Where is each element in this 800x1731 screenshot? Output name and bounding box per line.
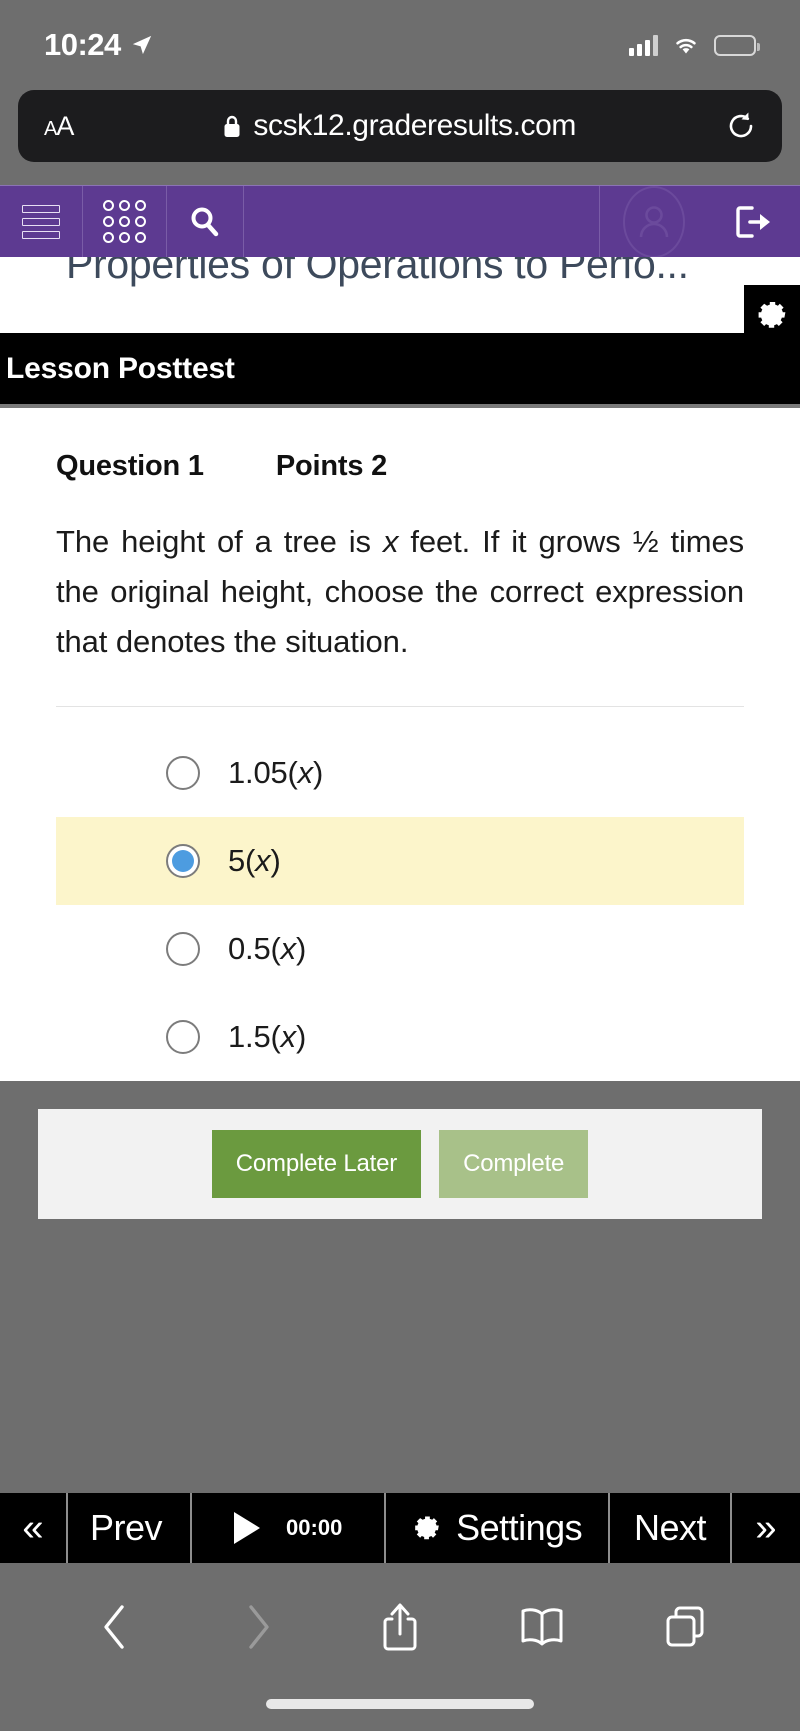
menu-button[interactable] (0, 186, 83, 257)
page-title-band: Properties of Operations to Perfo... (0, 257, 800, 333)
gear-icon (758, 302, 786, 328)
book-icon (521, 1608, 563, 1646)
safari-tabs-button[interactable] (660, 1601, 710, 1653)
double-chevron-right-icon: » (755, 1506, 777, 1549)
grid-dots-icon (103, 200, 146, 243)
option-2-suffix: ) (270, 842, 281, 878)
page-title: Properties of Operations to Perfo... (66, 257, 689, 287)
prev-label: Prev (90, 1507, 163, 1548)
option-1-variable: x (297, 754, 314, 790)
answer-option-4-label: 1.5(x) (228, 1019, 306, 1055)
battery-icon (714, 34, 760, 56)
next-label: Next (633, 1507, 707, 1548)
home-indicator (266, 1699, 534, 1709)
question-header: Question 1 Points 2 (38, 408, 762, 483)
next-question-button[interactable]: Next (610, 1493, 732, 1563)
wifi-icon (676, 38, 696, 54)
hamburger-list-icon (22, 204, 60, 239)
question-number: Question 1 (56, 450, 204, 482)
option-3-suffix: ) (295, 930, 307, 966)
first-question-button[interactable]: « (0, 1493, 68, 1563)
app-navigation-bar (0, 185, 800, 258)
complete-button[interactable]: Complete (439, 1129, 589, 1198)
answer-option-3[interactable]: 0.5(x) (38, 905, 762, 993)
safari-share-button[interactable] (375, 1601, 425, 1653)
safari-url-bar[interactable]: AA scsk12.graderesults.com (18, 90, 782, 162)
option-2-variable: x (255, 842, 271, 878)
audio-player-group[interactable]: 00:00 (192, 1493, 387, 1563)
question-text-part1: The height of a tree is (56, 524, 383, 559)
radio-button-4[interactable] (166, 1019, 200, 1054)
prev-question-button[interactable]: Prev 3 (68, 1493, 193, 1563)
phone-screen: 10:24 AA scsk12.graderesults.com Propert… (0, 0, 800, 1731)
answer-option-1-label: 1.05(x) (228, 755, 323, 791)
question-content: Question 1 Points 2 The height of a tree… (0, 408, 800, 1081)
quiz-settings-button[interactable]: Settings (386, 1493, 610, 1563)
safari-bookmarks-button[interactable] (517, 1601, 567, 1653)
option-4-suffix: ) (295, 1018, 307, 1054)
answer-option-2-label: 5(x) (228, 843, 281, 879)
last-question-button[interactable]: » (732, 1493, 800, 1563)
status-bar-clock: 10:24 (44, 27, 121, 62)
nav-right-group (600, 185, 800, 258)
answer-action-panel: Complete Later Complete (38, 1108, 762, 1219)
answer-option-1[interactable]: 1.05(x) (38, 729, 762, 817)
radio-button-2[interactable] (166, 843, 200, 878)
radio-button-1[interactable] (166, 755, 200, 790)
safari-back-button[interactable] (90, 1601, 140, 1653)
question-variable: x (382, 524, 399, 559)
user-avatar-icon (623, 185, 685, 258)
lesson-section-label: Lesson Posttest (6, 351, 235, 385)
radio-button-3[interactable] (166, 931, 200, 966)
option-3-variable: x (280, 930, 297, 966)
person-silhouette-icon (639, 205, 669, 237)
option-3-prefix: 0.5( (228, 930, 281, 966)
prev-clipped-glyph: 3 (162, 1507, 168, 1549)
question-points: Points 2 (275, 450, 388, 482)
gear-icon (415, 1516, 439, 1540)
settings-label: Settings (456, 1507, 583, 1548)
location-arrow-icon (132, 35, 151, 55)
safari-url-bar-container: AA scsk12.graderesults.com (0, 90, 800, 162)
nav-spacer (244, 186, 600, 257)
question-text: The height of a tree is x feet. If it gr… (56, 517, 744, 668)
cellular-signal-icon (629, 34, 658, 56)
tabs-icon (666, 1606, 704, 1647)
logout-button[interactable] (708, 205, 800, 239)
answer-option-4[interactable]: 1.5(x) (38, 993, 762, 1081)
apps-button[interactable] (83, 186, 167, 257)
audio-timer: 00:00 (286, 1515, 343, 1540)
ios-status-bar: 10:24 (0, 0, 800, 90)
double-chevron-left-icon: « (22, 1506, 44, 1549)
account-button[interactable] (600, 185, 708, 258)
chevron-left-icon (104, 1605, 124, 1649)
option-1-suffix: ) (312, 754, 324, 790)
option-1-prefix: 1.05( (228, 754, 298, 790)
answer-option-3-label: 0.5(x) (228, 931, 306, 967)
complete-later-button[interactable]: Complete Later (211, 1129, 422, 1198)
answer-option-2[interactable]: 5(x) (56, 816, 744, 905)
logout-icon (736, 205, 770, 238)
url-display[interactable]: scsk12.graderesults.com (73, 109, 726, 143)
quiz-navigation-toolbar: « Prev 3 00:00 Settings Next » (0, 1493, 800, 1563)
safari-forward-button[interactable] (233, 1601, 283, 1653)
lesson-section-bar: Lesson Posttest (0, 333, 800, 408)
option-2-prefix: 5( (228, 842, 256, 878)
reload-icon[interactable] (726, 111, 756, 141)
share-icon (383, 1603, 417, 1651)
option-4-prefix: 1.5( (228, 1018, 281, 1054)
option-4-variable: x (280, 1018, 297, 1054)
url-text: scsk12.graderesults.com (253, 109, 576, 142)
play-icon[interactable] (234, 1512, 261, 1544)
search-button[interactable] (167, 186, 244, 257)
search-icon (191, 207, 219, 236)
chevron-right-icon (248, 1605, 269, 1649)
lock-icon (224, 115, 240, 137)
page-settings-button[interactable] (744, 285, 800, 333)
status-bar-left: 10:24 (44, 27, 153, 63)
answer-options-list: 1.05(x) 5(x) 0.5(x) 1.5(x) (38, 729, 762, 1081)
question-divider (56, 705, 744, 707)
status-bar-right (629, 34, 760, 56)
text-size-button[interactable]: AA (44, 111, 74, 142)
